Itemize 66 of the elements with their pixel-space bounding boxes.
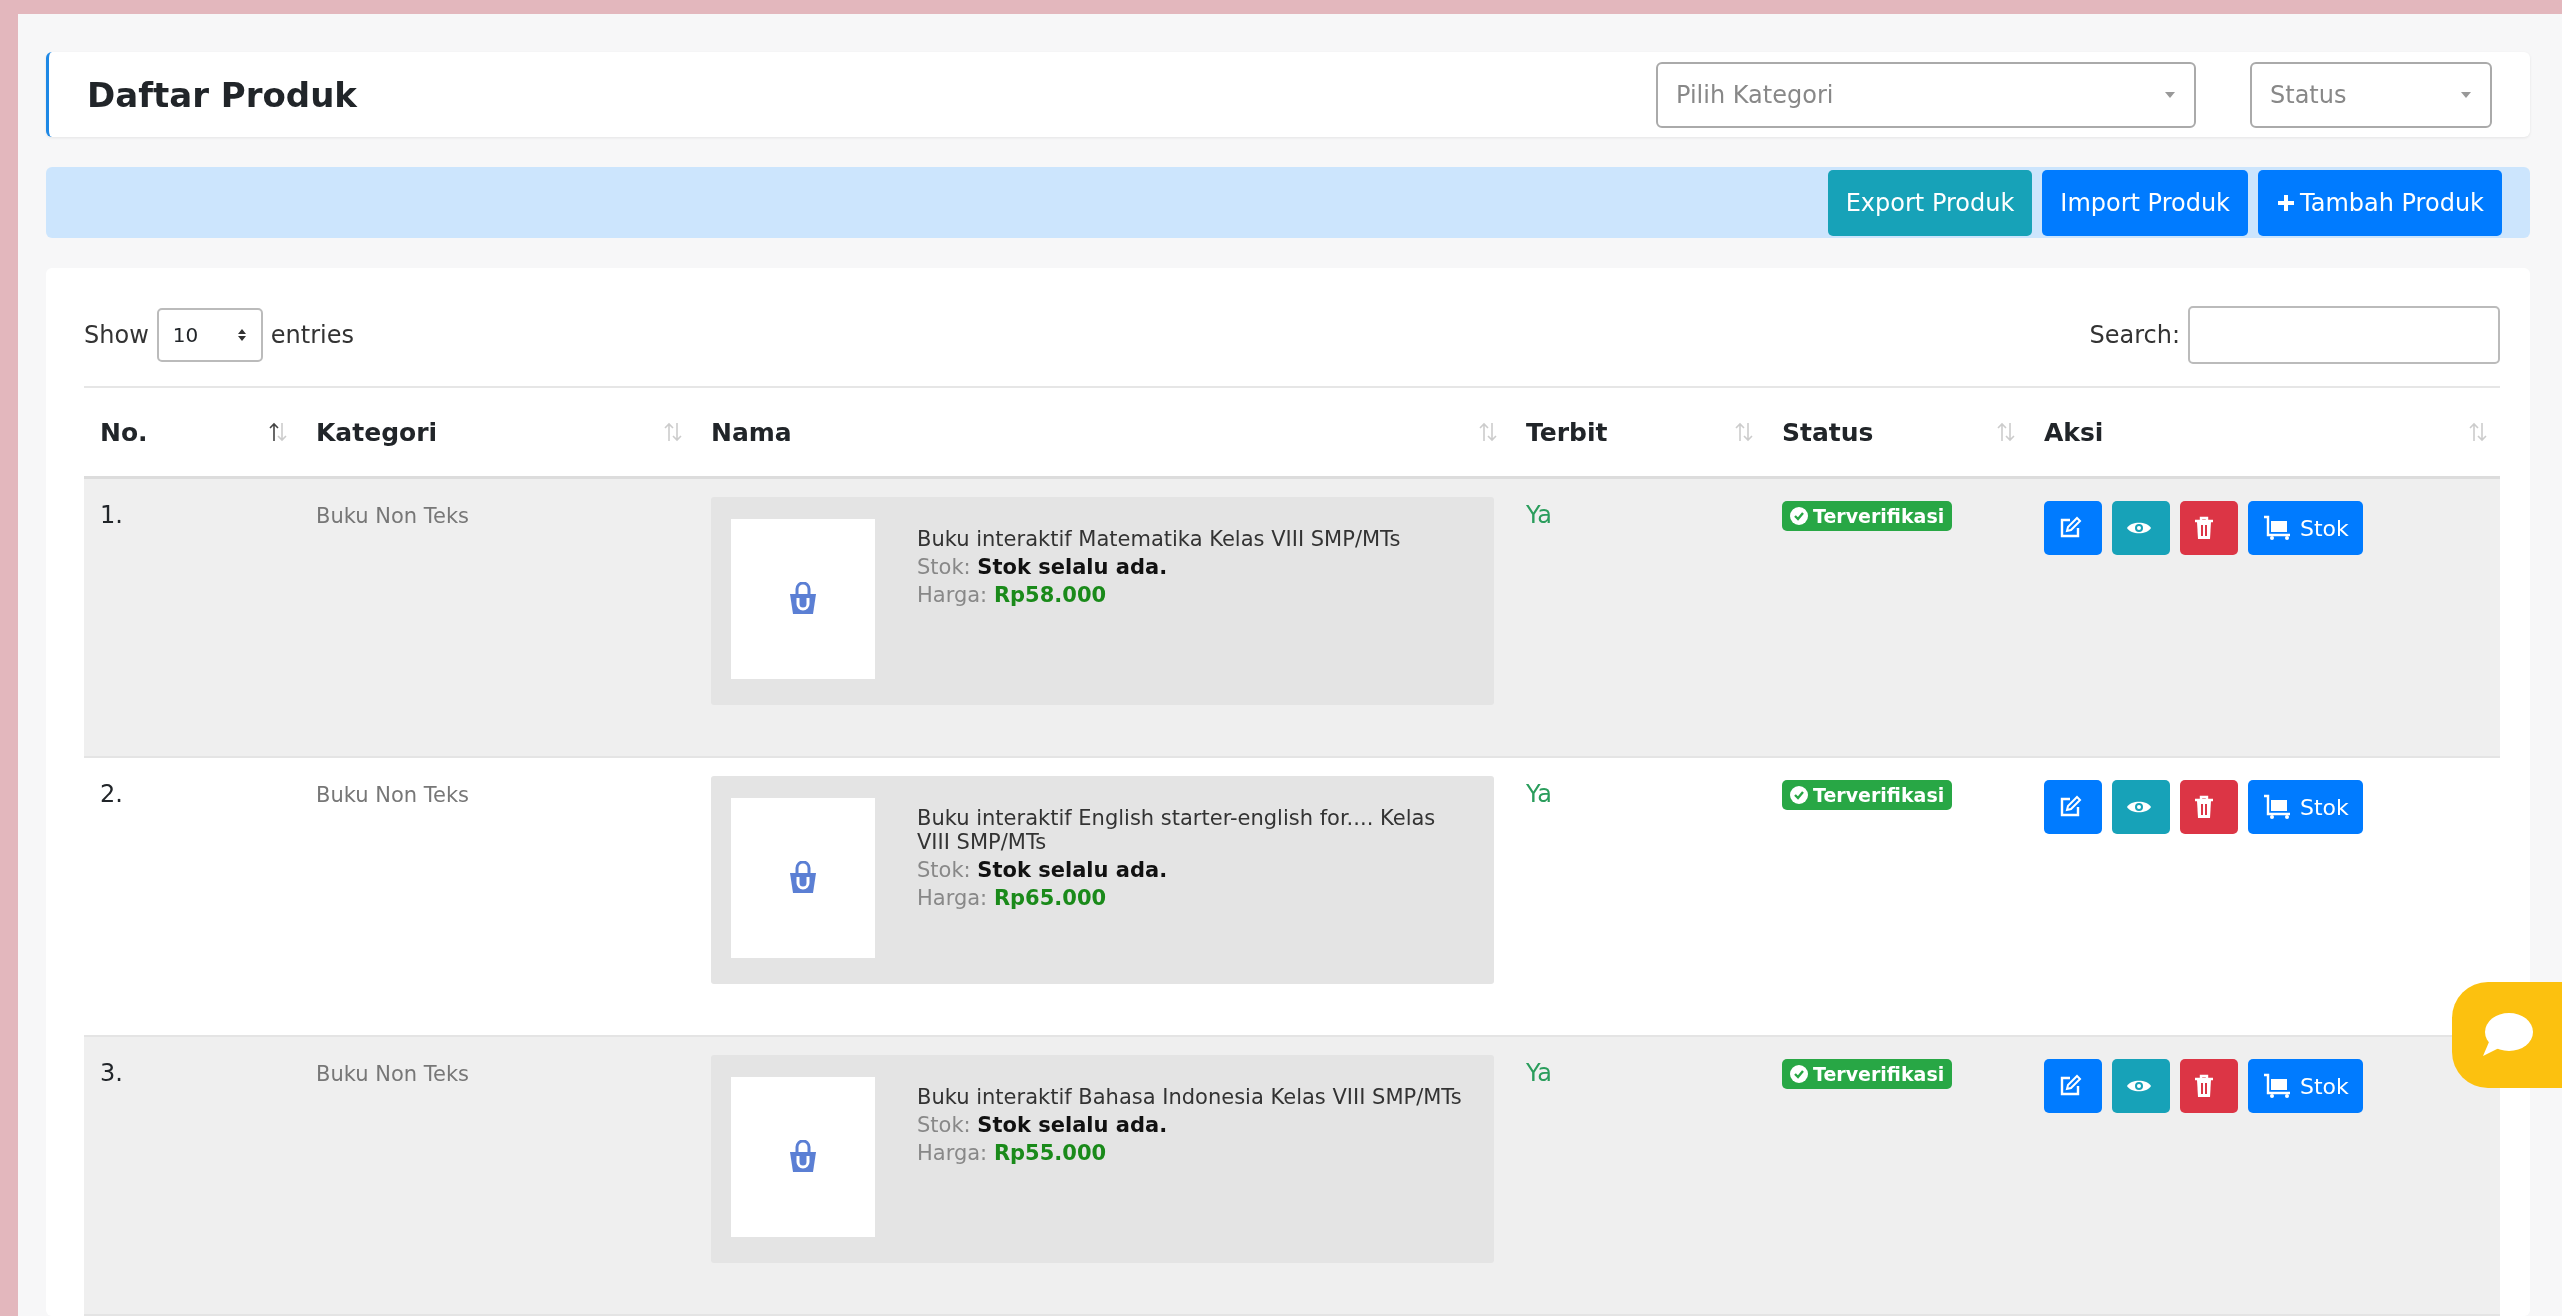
caret-icon [2164, 90, 2176, 99]
cart-icon [2262, 1073, 2292, 1099]
check-circle-icon [1790, 786, 1808, 804]
published-text: Ya [1526, 780, 1553, 808]
row-number: 2. [100, 780, 123, 808]
product-name: Buku interaktif Matematika Kelas VIII SMP/MTs [917, 527, 1401, 551]
trash-icon [2194, 1074, 2214, 1098]
column-header[interactable]: Status [1782, 417, 1874, 447]
check-circle-icon [1790, 507, 1808, 525]
status-badge: Terverifikasi [1782, 780, 1953, 810]
edit-icon [2058, 1074, 2082, 1098]
cart-icon [2262, 515, 2292, 541]
column-header[interactable]: Nama [711, 417, 792, 447]
category-text: Buku Non Teks [316, 1062, 470, 1086]
search-field[interactable] [2188, 306, 2500, 364]
action-button[interactable]: Tambah Produk [2258, 169, 2502, 236]
action-button[interactable]: Export Produk [1827, 169, 2033, 236]
product-name: Buku interaktif Bahasa Indonesia Kelas VIII SMP/MTs [917, 1085, 1462, 1109]
column-header[interactable]: Kategori [316, 417, 438, 447]
delete-button[interactable] [2180, 501, 2238, 555]
view-button[interactable] [2112, 780, 2170, 834]
published-text: Ya [1526, 1059, 1553, 1087]
edit-button[interactable] [2044, 1059, 2102, 1113]
edit-icon [2058, 516, 2082, 540]
price-line: Harga: Rp58.000 [917, 583, 1108, 607]
filter-select[interactable]: Status [2250, 61, 2492, 128]
show-label: Show [84, 321, 149, 349]
view-button[interactable] [2112, 501, 2170, 555]
caret-icon [2460, 90, 2472, 99]
row-number: 3. [100, 1059, 123, 1087]
stock-button[interactable]: Stok [2248, 501, 2363, 555]
stock-button[interactable]: Stok [2248, 1059, 2363, 1113]
cart-icon [2262, 794, 2292, 820]
trash-icon [2194, 795, 2214, 819]
column-header[interactable]: No. [100, 417, 148, 447]
page-title: Daftar Produk [87, 74, 358, 115]
action-button[interactable]: Import Produk [2042, 169, 2248, 236]
price-line: Harga: Rp65.000 [917, 886, 1108, 910]
column-header[interactable]: Aksi [2044, 417, 2104, 447]
stock-button[interactable]: Stok [2248, 780, 2363, 834]
category-text: Buku Non Teks [316, 504, 470, 528]
published-text: Ya [1526, 501, 1553, 529]
status-badge: Terverifikasi [1782, 501, 1953, 531]
filter-select[interactable]: Pilih Kategori [1656, 61, 2196, 128]
row-number: 1. [100, 501, 123, 529]
check-circle-icon [1790, 1065, 1808, 1083]
delete-button[interactable] [2180, 1059, 2238, 1113]
delete-button[interactable] [2180, 780, 2238, 834]
product-name: Buku interaktif English starter-english for.... Kelas VIII SMP/MTs [917, 806, 1437, 854]
search-label: Search: [2089, 321, 2180, 349]
stock-line: Stok: Stok selalu ada. [917, 858, 1169, 882]
price-line: Harga: Rp55.000 [917, 1141, 1108, 1165]
category-text: Buku Non Teks [316, 783, 470, 807]
view-button[interactable] [2112, 1059, 2170, 1113]
edit-button[interactable] [2044, 501, 2102, 555]
edit-button[interactable] [2044, 780, 2102, 834]
edit-icon [2058, 795, 2082, 819]
trash-icon [2194, 516, 2214, 540]
entries-select[interactable]: 10 [156, 308, 263, 362]
entries-label: entries [270, 321, 354, 349]
column-header[interactable]: Terbit [1526, 417, 1608, 447]
stock-line: Stok: Stok selalu ada. [917, 555, 1169, 579]
status-badge: Terverifikasi [1782, 1059, 1953, 1089]
updown-icon [236, 328, 247, 342]
plus-icon [2276, 192, 2296, 213]
stock-line: Stok: Stok selalu ada. [917, 1113, 1169, 1137]
